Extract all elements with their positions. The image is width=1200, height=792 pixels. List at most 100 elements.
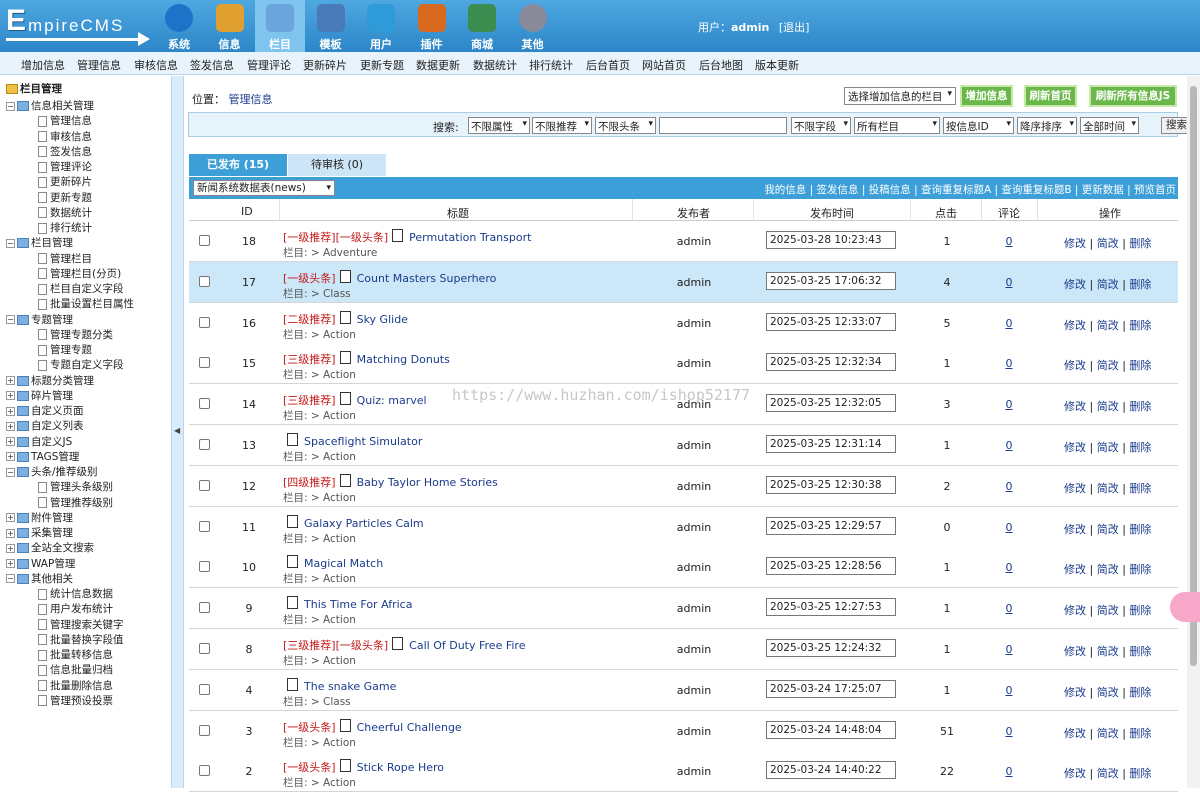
tab-published[interactable]: 已发布 (15): [189, 154, 287, 176]
menubar-item[interactable]: 排行统计: [529, 57, 573, 73]
delete-link[interactable]: 删除: [1129, 278, 1151, 291]
sidebar-item[interactable]: 管理栏目: [38, 252, 92, 267]
menubar-item[interactable]: 管理信息: [77, 57, 121, 73]
row-column-link[interactable]: Class: [323, 696, 351, 708]
edit-doc-icon[interactable]: [392, 637, 404, 650]
expand-icon[interactable]: +: [6, 452, 15, 462]
sidebar-item[interactable]: 批量删除信息: [38, 679, 113, 694]
sidebar-item[interactable]: 管理栏目(分页): [38, 267, 121, 282]
delete-link[interactable]: 删除: [1129, 319, 1151, 332]
row-time-field[interactable]: 2025-03-25 12:30:38: [766, 475, 896, 494]
row-comments-link[interactable]: 0: [984, 725, 1034, 738]
sidebar-item[interactable]: 更新专题: [38, 191, 92, 206]
row-column-link[interactable]: Action: [323, 533, 356, 545]
edit-doc-icon[interactable]: [339, 392, 351, 406]
row-checkbox[interactable]: [199, 439, 210, 450]
delete-link[interactable]: 删除: [1129, 767, 1151, 780]
toolbar-link[interactable]: 更新数据: [1082, 184, 1124, 196]
delete-link[interactable]: 删除: [1129, 604, 1151, 617]
sidebar-item[interactable]: 批量替换字段值: [38, 633, 124, 648]
expand-icon[interactable]: +: [6, 406, 15, 416]
row-time-field[interactable]: 2025-03-25 12:31:14: [766, 435, 896, 453]
edit-link[interactable]: 修改: [1064, 441, 1086, 454]
edit-link[interactable]: 修改: [1064, 563, 1086, 576]
sidebar-item[interactable]: 数据统计: [38, 206, 92, 221]
row-column-link[interactable]: Action: [323, 492, 356, 504]
row-checkbox[interactable]: [199, 357, 210, 369]
edit-link[interactable]: 修改: [1064, 604, 1086, 617]
delete-link[interactable]: 删除: [1129, 237, 1151, 250]
row-checkbox[interactable]: [199, 398, 210, 410]
breadcrumb-link[interactable]: 管理信息: [229, 93, 273, 106]
collapse-arrow-icon[interactable]: ◀: [174, 426, 180, 435]
sidebar-item[interactable]: + 附件管理: [6, 511, 73, 526]
row-title-link[interactable]: Call Of Duty Free Fire: [409, 639, 525, 652]
menubar-item[interactable]: 更新专题: [360, 57, 404, 73]
row-comments-link[interactable]: 0: [984, 317, 1034, 330]
row-title-link[interactable]: Count Masters Superhero: [357, 272, 497, 285]
column-select[interactable]: 选择增加信息的栏目 ▾: [844, 87, 956, 105]
quick-edit-link[interactable]: 简改: [1097, 645, 1119, 658]
logout-link[interactable]: [退出]: [779, 21, 810, 34]
edit-link[interactable]: 修改: [1064, 319, 1086, 332]
quick-edit-link[interactable]: 简改: [1097, 686, 1119, 699]
delete-link[interactable]: 删除: [1129, 400, 1151, 413]
sort-select[interactable]: 降序排序: [1017, 117, 1077, 134]
sidebar-item[interactable]: + 自定义JS: [6, 435, 72, 450]
topnav-5[interactable]: 插件: [407, 0, 457, 52]
row-column-link[interactable]: Class: [323, 288, 351, 300]
edit-doc-icon[interactable]: [287, 514, 298, 528]
row-checkbox[interactable]: [199, 235, 210, 246]
sidebar-item[interactable]: + 碎片管理: [6, 389, 73, 404]
edit-doc-icon[interactable]: [392, 229, 404, 242]
row-column-link[interactable]: Action: [323, 451, 356, 463]
row-checkbox[interactable]: [199, 724, 210, 736]
expand-icon[interactable]: +: [6, 391, 15, 401]
delete-link[interactable]: 删除: [1129, 523, 1151, 536]
row-comments-link[interactable]: 0: [984, 602, 1034, 615]
sidebar-item[interactable]: − 头条/推荐级别: [6, 465, 98, 480]
edit-link[interactable]: 修改: [1064, 237, 1086, 250]
row-time-field[interactable]: 2025-03-24 17:25:07: [766, 679, 896, 698]
row-checkbox[interactable]: [199, 275, 210, 287]
row-checkbox[interactable]: [199, 643, 210, 654]
sidebar-item[interactable]: 签发信息: [38, 145, 92, 160]
edit-link[interactable]: 修改: [1064, 767, 1086, 780]
row-time-field[interactable]: 2025-03-25 12:24:32: [766, 639, 896, 657]
data-table-select[interactable]: 新闻系统数据表(news): [193, 180, 335, 196]
recommend-select[interactable]: 不限推荐: [532, 117, 592, 134]
row-time-field[interactable]: 2025-03-25 12:28:56: [766, 557, 896, 576]
search-by-select[interactable]: 按信息ID: [943, 117, 1014, 134]
toolbar-link[interactable]: 查询重复标题A: [921, 184, 991, 196]
scrollbar-thumb[interactable]: [1190, 86, 1197, 666]
row-title-link[interactable]: Galaxy Particles Calm: [304, 517, 424, 530]
empirecms-logo[interactable]: EmpireCMS: [6, 6, 152, 46]
edit-doc-icon[interactable]: [339, 473, 351, 487]
topnav-3[interactable]: 模板: [306, 0, 356, 52]
quick-edit-link[interactable]: 简改: [1097, 278, 1119, 291]
row-comments-link[interactable]: 0: [984, 235, 1034, 248]
edit-link[interactable]: 修改: [1064, 400, 1086, 413]
edit-doc-icon[interactable]: [339, 269, 351, 283]
menubar-item[interactable]: 网站首页: [642, 57, 686, 73]
quick-edit-link[interactable]: 简改: [1097, 604, 1119, 617]
row-comments-link[interactable]: 0: [984, 561, 1034, 574]
menubar-item[interactable]: 数据更新: [416, 57, 460, 73]
expand-icon[interactable]: +: [6, 528, 15, 538]
tab-pending[interactable]: 待审核 (0): [288, 154, 386, 176]
menubar-item[interactable]: 后台首页: [586, 57, 630, 73]
edit-link[interactable]: 修改: [1064, 482, 1086, 495]
sidebar-item[interactable]: − 专题管理: [6, 313, 73, 328]
row-title-link[interactable]: The snake Game: [304, 680, 396, 693]
menubar-item[interactable]: 版本更新: [755, 57, 799, 73]
topnav-7[interactable]: 其他: [508, 0, 558, 52]
sidebar-item[interactable]: 管理专题分类: [38, 328, 113, 343]
quick-edit-link[interactable]: 简改: [1097, 727, 1119, 740]
row-title-link[interactable]: Baby Taylor Home Stories: [357, 476, 498, 489]
sidebar-item[interactable]: 管理头条级别: [38, 480, 113, 495]
row-comments-link[interactable]: 0: [984, 480, 1034, 493]
row-time-field[interactable]: 2025-03-25 12:32:05: [766, 394, 896, 413]
row-title-link[interactable]: This Time For Africa: [304, 598, 412, 611]
sidebar-item[interactable]: 审核信息: [38, 130, 92, 145]
menubar-item[interactable]: 更新碎片: [303, 57, 347, 73]
